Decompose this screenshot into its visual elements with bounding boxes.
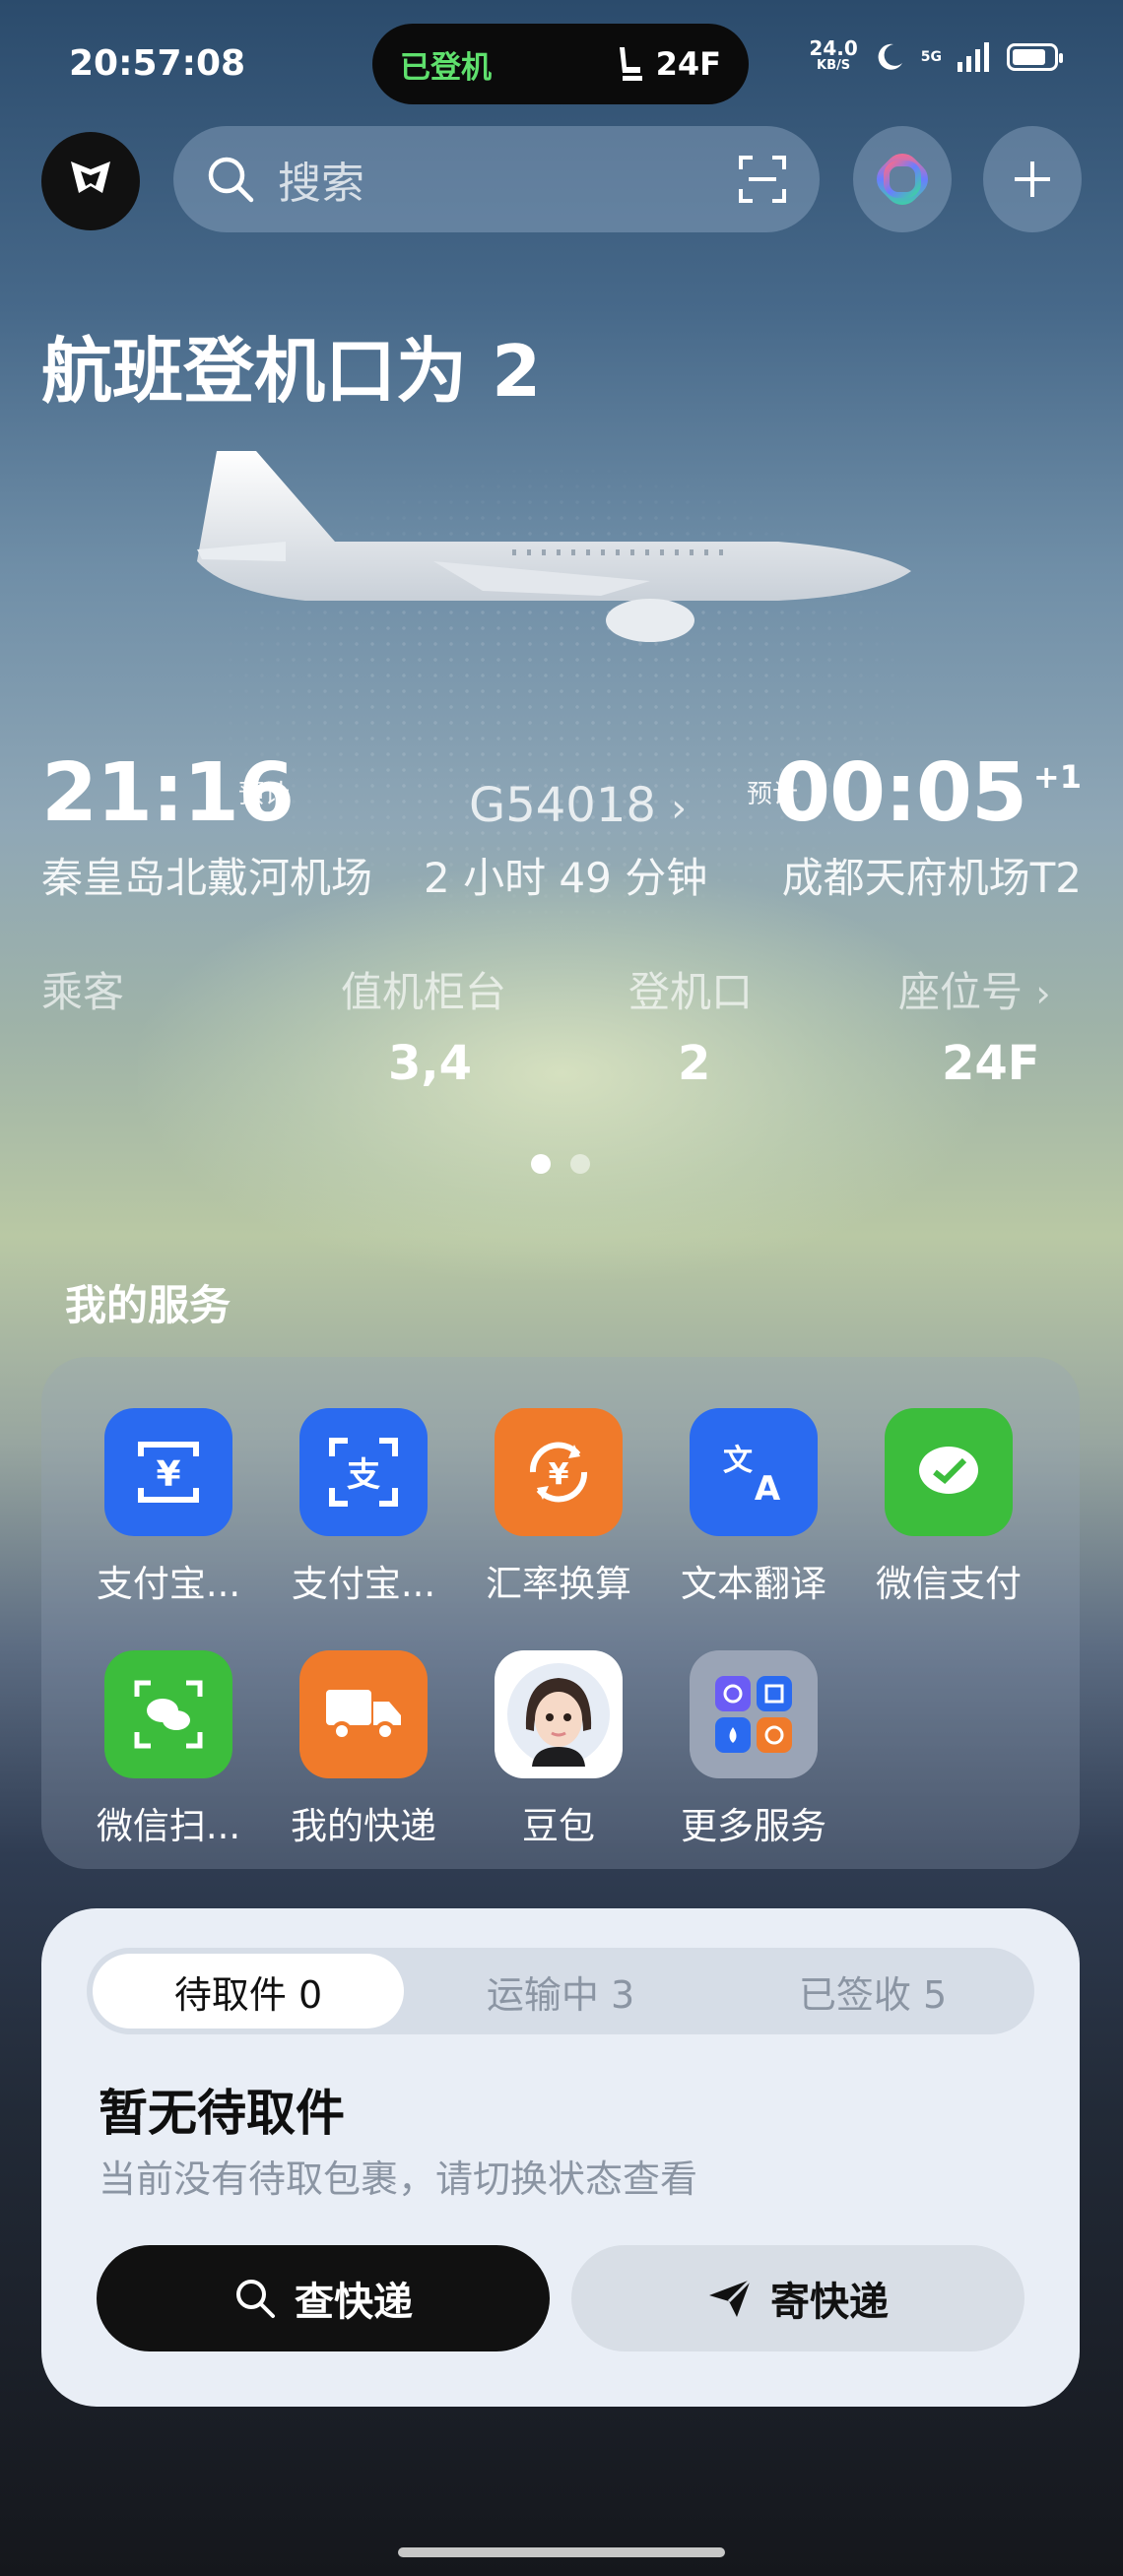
express-heading: 暂无待取件 [99, 2085, 345, 2142]
query-express-button[interactable]: 查快递 [97, 2245, 550, 2351]
delivery-truck-icon [299, 1650, 428, 1778]
departure-airport: 秦皇岛北戴河机场 [41, 854, 373, 902]
service-currency-exchange[interactable]: ¥ 汇率换算 [471, 1408, 646, 1607]
scan-icon[interactable] [737, 154, 788, 205]
status-indicators: 24.0 KB/S 5G [809, 36, 1063, 75]
flight-number-link[interactable]: G54018 › [469, 778, 687, 833]
express-card: 待取件 0 运输中 3 已签收 5 暂无待取件 当前没有待取包裹，请切换状态查看… [41, 1908, 1080, 2407]
ai-assistant-button[interactable] [853, 126, 952, 232]
flight-title: 航班登机口为 2 [41, 330, 542, 413]
checkin-counter-header: 值机柜台 [341, 968, 507, 1016]
more-services-icon [690, 1650, 818, 1778]
net-speed: 24.0 KB/S [809, 36, 858, 73]
chevron-right-icon: › [1035, 972, 1051, 1015]
wechat-pay-icon [885, 1408, 1013, 1536]
service-alipay-pay[interactable]: ¥ 支付宝... [81, 1408, 256, 1607]
arrival-day-offset: +1 [1032, 758, 1082, 796]
service-translate[interactable]: 文 A 文本翻译 [666, 1408, 841, 1607]
island-boarding-status: 已登机 [400, 49, 492, 86]
service-label: 支付宝... [96, 1563, 241, 1605]
network-type: 5G [920, 49, 942, 65]
home-indicator[interactable] [398, 2547, 725, 2557]
dynamic-island[interactable]: 已登机 24F [372, 24, 749, 104]
tab-in-transit[interactable]: 运输中 3 [405, 1954, 716, 2029]
battery-icon [1007, 43, 1063, 71]
service-wechat-scan[interactable]: 微信扫... [81, 1650, 256, 1849]
service-wechat-pay[interactable]: 微信支付 [861, 1408, 1036, 1607]
airplane-image [197, 451, 911, 642]
paper-plane-icon [709, 2278, 753, 2317]
svg-text:A: A [755, 1469, 781, 1509]
user-avatar[interactable] [41, 132, 140, 230]
services-title: 我的服务 [65, 1281, 231, 1329]
express-tabs: 待取件 0 运输中 3 已签收 5 [87, 1948, 1034, 2034]
flight-number: G54018 [469, 778, 656, 833]
tab-delivered[interactable]: 已签收 5 [717, 1954, 1028, 2029]
arrival-time: 00:05 [773, 746, 1027, 840]
service-my-delivery[interactable]: 我的快递 [276, 1650, 451, 1849]
arrival-airport: 成都天府机场T2 [781, 854, 1082, 902]
translate-icon: 文 A [690, 1408, 818, 1536]
seat-value: 24F [942, 1036, 1040, 1091]
svg-text:¥: ¥ [156, 1454, 180, 1495]
plus-icon [1015, 161, 1050, 197]
service-label: 我的快递 [291, 1805, 436, 1847]
service-more[interactable]: 更多服务 [666, 1650, 841, 1849]
gate-value: 2 [678, 1036, 711, 1091]
service-doubao[interactable]: 豆包 [471, 1650, 646, 1849]
gate-header: 登机口 [628, 968, 754, 1016]
page-indicator-inactive[interactable] [570, 1154, 590, 1174]
ai-assistant-icon [877, 154, 928, 205]
svg-text:文: 文 [723, 1444, 753, 1478]
express-subtitle: 当前没有待取包裹，请切换状态查看 [99, 2157, 698, 2201]
flight-duration: 2 小时 49 分钟 [424, 854, 708, 902]
seat-icon [619, 47, 642, 81]
signal-icon [958, 42, 989, 72]
island-seat: 24F [655, 45, 721, 83]
doubao-avatar-icon [495, 1650, 623, 1778]
status-time: 20:57:08 [69, 43, 246, 84]
service-label: 汇率换算 [486, 1563, 631, 1605]
departure-tag: 预计 [238, 780, 291, 809]
checkin-counter-value: 3,4 [388, 1036, 473, 1091]
search-bar[interactable]: 搜索 [173, 126, 820, 232]
service-alipay-scan[interactable]: 支 支付宝... [276, 1408, 451, 1607]
query-express-label: 查快递 [295, 2280, 413, 2325]
svg-text:¥: ¥ [549, 1457, 569, 1492]
service-label: 文本翻译 [681, 1563, 826, 1605]
svg-text:支: 支 [347, 1455, 380, 1495]
tab-pending-pickup[interactable]: 待取件 0 [93, 1954, 404, 2029]
passenger-header: 乘客 [41, 968, 125, 1016]
alipay-scan-icon: 支 [299, 1408, 428, 1536]
service-label: 豆包 [522, 1805, 595, 1847]
chevron-right-icon: › [671, 786, 688, 831]
seat-header: 座位号 [898, 968, 1024, 1016]
search-icon [236, 2280, 275, 2318]
send-express-label: 寄快递 [770, 2280, 889, 2325]
search-input[interactable]: 搜索 [278, 148, 737, 211]
service-label: 微信扫... [96, 1805, 241, 1847]
page-indicator-active[interactable] [531, 1154, 551, 1174]
send-express-button[interactable]: 寄快递 [571, 2245, 1024, 2351]
search-icon [208, 157, 254, 203]
service-label: 支付宝... [291, 1563, 436, 1605]
seat-header-link[interactable]: 座位号 › [898, 959, 1051, 1019]
add-button[interactable] [983, 126, 1082, 232]
service-label: 微信支付 [876, 1563, 1022, 1605]
alipay-pay-icon: ¥ [104, 1408, 232, 1536]
currency-exchange-icon: ¥ [495, 1408, 623, 1536]
service-label: 更多服务 [681, 1805, 826, 1847]
wechat-scan-icon [104, 1650, 232, 1778]
moon-icon [878, 43, 902, 70]
